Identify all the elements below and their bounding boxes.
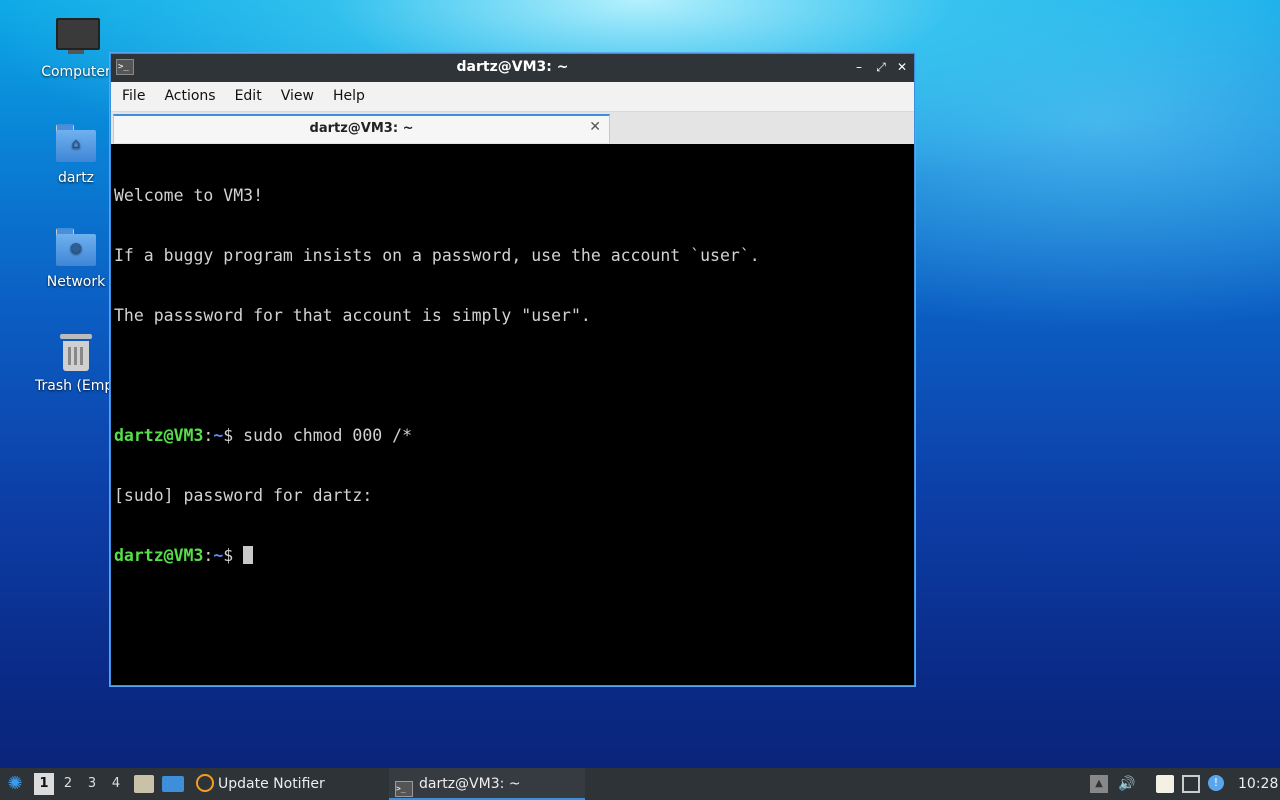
terminal-tab[interactable]: dartz@VM3: ~ ✕ xyxy=(113,114,610,143)
prompt-end: $ xyxy=(223,426,244,445)
close-button[interactable]: ✕ xyxy=(893,58,911,76)
menu-help[interactable]: Help xyxy=(322,82,373,104)
welcome-line: Welcome to VM3! xyxy=(114,186,264,205)
clock[interactable]: 10:28 xyxy=(1238,768,1278,800)
workspace-2[interactable]: 2 xyxy=(58,773,78,795)
menu-bar: File Actions Edit View Help xyxy=(111,82,914,112)
terminal-window: >_ dartz@VM3: ~ – ⤢ ✕ File Actions Edit Vie… xyxy=(110,53,915,686)
prompt-separator: : xyxy=(203,546,214,565)
task-terminal[interactable]: >_ dartz@VM3: ~ xyxy=(389,768,585,800)
workspace-4[interactable]: 4 xyxy=(106,773,126,795)
task-label: dartz@VM3: ~ xyxy=(419,776,521,792)
terminal-output[interactable]: Welcome to VM3! If a buggy program insis… xyxy=(114,146,911,682)
show-desktop-icon[interactable] xyxy=(162,776,184,792)
task-update-notifier[interactable]: Update Notifier xyxy=(192,768,372,798)
prompt-user: dartz@VM3 xyxy=(114,426,204,445)
prompt-separator: : xyxy=(203,426,214,445)
tab-close-icon[interactable]: ✕ xyxy=(589,119,601,135)
prompt-path: ~ xyxy=(213,426,224,445)
computer-icon xyxy=(54,16,100,60)
command-text: sudo chmod 000 /* xyxy=(243,426,413,445)
task-label: Update Notifier xyxy=(218,776,325,792)
window-title: dartz@VM3: ~ xyxy=(456,59,569,75)
current-prompt-line: dartz@VM3:~$ xyxy=(114,546,911,566)
volume-icon[interactable]: 🔊 xyxy=(1118,775,1136,793)
desktop-icon-label: dartz xyxy=(57,170,95,186)
terminal-icon: >_ xyxy=(395,781,413,797)
menu-edit[interactable]: Edit xyxy=(224,82,270,104)
tray-up-arrow-icon[interactable]: ▲ xyxy=(1090,775,1108,793)
workspace-1[interactable]: 1 xyxy=(34,773,54,795)
file-manager-icon[interactable] xyxy=(134,775,154,793)
prompt-user: dartz@VM3 xyxy=(114,546,204,565)
welcome-line: If a buggy program insists on a password… xyxy=(114,246,760,265)
menu-file[interactable]: File xyxy=(111,82,153,104)
tab-bar: dartz@VM3: ~ ✕ xyxy=(111,112,914,144)
desktop-icon-label: Network xyxy=(46,274,106,290)
home-folder-icon: ⌂ xyxy=(54,122,98,166)
window-titlebar[interactable]: >_ dartz@VM3: ~ – ⤢ ✕ xyxy=(111,54,914,82)
minimize-button[interactable]: – xyxy=(850,58,868,76)
trash-icon xyxy=(54,330,98,374)
maximize-button[interactable]: ⤢ xyxy=(872,58,890,76)
menu-view[interactable]: View xyxy=(270,82,322,104)
workspace-3[interactable]: 3 xyxy=(82,773,102,795)
update-tray-icon[interactable]: ! xyxy=(1208,775,1224,791)
taskbar: ✺ 1 2 3 4 Update Notifier >_ dartz@VM3: ~… xyxy=(0,768,1280,800)
network-folder-icon: ◍ xyxy=(54,226,98,270)
prompt-path: ~ xyxy=(213,546,224,565)
command-line: dartz@VM3:~$ sudo chmod 000 /* xyxy=(114,426,911,446)
network-icon[interactable] xyxy=(1182,775,1200,793)
sudo-prompt-line: [sudo] password for dartz: xyxy=(114,486,373,505)
menu-actions[interactable]: Actions xyxy=(153,82,223,104)
app-menu-icon[interactable]: ✺ xyxy=(4,773,26,795)
desktop-icon-label: Trash (Empty) xyxy=(35,378,117,394)
clipboard-icon[interactable] xyxy=(1156,775,1174,793)
update-notifier-icon xyxy=(196,774,214,792)
desktop-icon-label: Computer xyxy=(41,64,111,80)
tab-label: dartz@VM3: ~ xyxy=(309,121,414,136)
terminal-cursor xyxy=(243,546,254,564)
welcome-line: The passsword for that account is simply… xyxy=(114,306,591,325)
prompt-end: $ xyxy=(223,546,244,565)
